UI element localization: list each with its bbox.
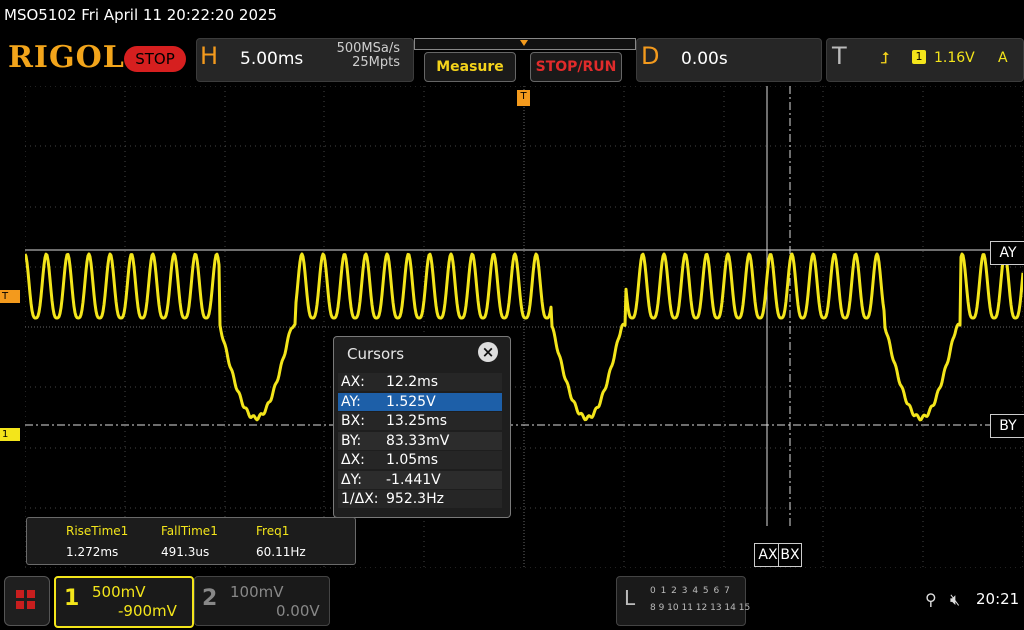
cursor-readout-value: -1.441V xyxy=(386,471,441,488)
measurement-value: 491.3us xyxy=(161,545,210,559)
cursor-bx-label[interactable]: BX xyxy=(778,543,802,567)
delay-value: 0.00s xyxy=(681,49,728,69)
logic-channels-row-2: 8 9 10 11 12 13 14 15 xyxy=(650,603,751,613)
cursor-readout-row[interactable]: 1/ΔX: 952.3Hz xyxy=(338,490,502,508)
memory-trigger-marker-icon xyxy=(520,40,528,46)
ch1-number: 1 xyxy=(64,586,80,611)
cursors-panel-title: Cursors xyxy=(347,345,405,363)
graticule-center-axes xyxy=(25,86,1023,568)
cursor-readout-label: AY: xyxy=(341,393,361,410)
trigger-source-badge: 1 xyxy=(912,50,926,64)
cursor-readout-value: 83.33mV xyxy=(386,432,450,449)
cursor-readout-row[interactable]: ΔY: -1.441V xyxy=(338,470,502,489)
cursor-readout-value: 12.2ms xyxy=(386,374,439,390)
measurement-name: RiseTime1 xyxy=(66,524,129,538)
rigol-logo: RIGOL xyxy=(8,40,125,75)
measurement-value: 60.11Hz xyxy=(256,545,306,559)
measurement-name: FallTime1 xyxy=(161,524,218,538)
ch2-scale: 100mV xyxy=(230,583,284,601)
logic-channels-row-1: 0 1 2 3 4 5 6 7 xyxy=(650,586,731,596)
delay-settings[interactable] xyxy=(636,38,822,82)
trigger-level-value: 1.16V xyxy=(934,50,975,66)
measurement-name: Freq1 xyxy=(256,524,290,538)
cursor-readout-value: 952.3Hz xyxy=(386,491,444,507)
menu-grid-icon xyxy=(27,601,35,609)
cursor-readout-label: ΔY: xyxy=(341,471,362,488)
cursor-readout-value: 1.05ms xyxy=(386,452,439,468)
acquisition-info: 500MSa/s 25Mpts xyxy=(300,42,400,70)
cursor-readout-value: 13.25ms xyxy=(386,413,448,429)
trigger-label: T xyxy=(832,42,847,70)
cursor-readout-row[interactable]: AX: 12.2ms xyxy=(338,373,502,391)
measure-button[interactable]: Measure xyxy=(424,52,516,82)
cursor-readout-label: AX: xyxy=(341,374,365,390)
memory-depth: 25Mpts xyxy=(352,55,400,70)
logic-channels-settings[interactable] xyxy=(616,576,746,626)
status-clock: 20:21 xyxy=(976,590,1020,608)
cursor-readout-label: 1/ΔX: xyxy=(341,491,379,507)
cursor-readout-row[interactable]: BX: 13.25ms xyxy=(338,412,502,430)
trigger-level-marker[interactable]: T xyxy=(0,290,20,303)
menu-grid-icon xyxy=(16,590,24,598)
sample-rate: 500MSa/s xyxy=(336,41,400,56)
main-menu-button[interactable] xyxy=(4,576,50,626)
cursor-readout-row[interactable]: BY: 83.33mV xyxy=(338,431,502,450)
cursor-readout-value: 1.525V xyxy=(386,393,436,410)
rising-edge-icon: ⮥ xyxy=(880,48,890,67)
cursor-readout-label: BY: xyxy=(341,432,362,449)
trigger-mode: A xyxy=(998,50,1008,66)
menu-grid-icon xyxy=(27,590,35,598)
measurement-value: 1.272ms xyxy=(66,545,119,559)
close-icon[interactable]: × xyxy=(478,342,498,362)
window-title: MSO5102 Fri April 11 20:22:20 2025 xyxy=(4,6,278,24)
ch1-ground-marker[interactable]: 1 xyxy=(0,428,20,441)
usb-icon: ⚲ xyxy=(925,590,937,609)
ch2-number: 2 xyxy=(202,586,218,611)
trigger-position-marker[interactable]: T xyxy=(517,90,530,106)
ch2-offset: 0.00V xyxy=(276,602,320,620)
cursor-readout-label: ΔX: xyxy=(341,452,365,468)
logic-label: L xyxy=(624,586,636,610)
run-status-badge[interactable]: STOP xyxy=(124,46,186,72)
cursor-ay-label[interactable]: AY xyxy=(990,241,1024,265)
menu-grid-icon xyxy=(16,601,24,609)
speaker-muted-icon[interactable]: 🔇︎ xyxy=(950,590,960,610)
cursor-readout-label: BX: xyxy=(341,413,365,429)
ch1-offset: -900mV xyxy=(118,602,177,620)
ch1-scale: 500mV xyxy=(92,583,146,601)
timebase-value: 5.00ms xyxy=(240,49,304,69)
horizontal-label: H xyxy=(200,42,219,70)
cursor-readout-row[interactable]: AY: 1.525V xyxy=(338,392,502,411)
delay-label: D xyxy=(641,42,660,70)
waveform-display[interactable] xyxy=(25,86,1023,568)
cursor-readout-row[interactable]: ΔX: 1.05ms xyxy=(338,451,502,469)
cursor-by-label[interactable]: BY xyxy=(990,414,1024,438)
stop-run-button[interactable]: STOP/RUN xyxy=(530,52,622,82)
